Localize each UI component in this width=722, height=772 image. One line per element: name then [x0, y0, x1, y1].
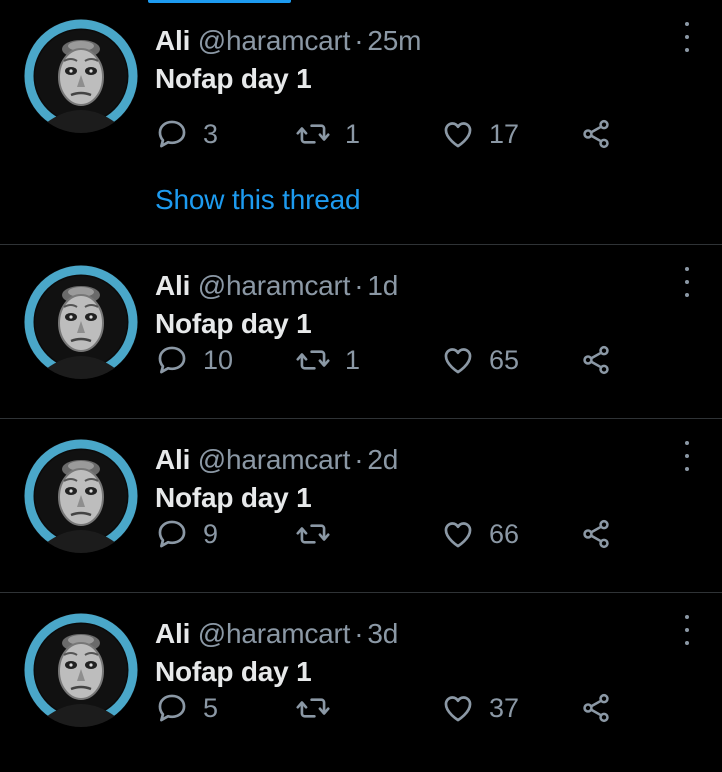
display-name[interactable]: Ali — [155, 270, 190, 301]
tweet-body: Ali @haramcart · 2d Nofap day 1 — [155, 443, 662, 515]
like-count: 37 — [489, 692, 520, 723]
share-button[interactable] — [580, 342, 612, 378]
heart-icon — [441, 117, 475, 151]
tweet[interactable]: Ali @haramcart · 1d Nofap day 1 10 1 65 — [0, 245, 722, 419]
like-button[interactable]: 17 — [441, 116, 519, 152]
reply-icon — [155, 117, 189, 151]
reply-button[interactable]: 5 — [155, 690, 218, 726]
username[interactable]: @haramcart — [198, 270, 351, 301]
tweet-body: Ali @haramcart · 25m Nofap day 1 — [155, 24, 662, 96]
retweet-button[interactable]: 1 — [295, 116, 360, 152]
avatar[interactable] — [24, 265, 138, 379]
reply-icon — [155, 517, 189, 551]
tweet-text: Nofap day 1 — [155, 482, 312, 513]
share-button[interactable] — [580, 116, 612, 152]
reply-count: 10 — [203, 344, 234, 375]
timestamp[interactable]: 25m — [367, 25, 421, 56]
reply-button[interactable]: 3 — [155, 116, 218, 152]
retweet-button[interactable]: 1 — [295, 342, 360, 378]
retweet-count: 1 — [345, 118, 361, 149]
like-count: 66 — [489, 518, 520, 549]
reply-count: 9 — [203, 518, 219, 549]
heart-icon — [441, 343, 475, 377]
like-count: 65 — [489, 344, 520, 375]
reply-button[interactable]: 9 — [155, 516, 218, 552]
retweet-icon — [295, 117, 331, 151]
tweet[interactable]: Ali @haramcart · 2d Nofap day 1 9 66 — [0, 419, 722, 593]
reply-button[interactable]: 10 — [155, 342, 233, 378]
separator-dot: · — [354, 618, 364, 649]
tweet-text: Nofap day 1 — [155, 308, 312, 339]
retweet-button[interactable] — [295, 516, 345, 552]
avatar[interactable] — [24, 613, 138, 727]
retweet-icon — [295, 343, 331, 377]
retweet-button[interactable] — [295, 690, 345, 726]
more-options-icon[interactable] — [682, 267, 692, 297]
reply-count: 3 — [203, 118, 219, 149]
display-name[interactable]: Ali — [155, 618, 190, 649]
reply-count: 5 — [203, 692, 219, 723]
timestamp[interactable]: 2d — [367, 444, 398, 475]
username[interactable]: @haramcart — [198, 618, 351, 649]
tweet-actions: 5 37 — [155, 690, 625, 726]
timestamp[interactable]: 1d — [367, 270, 398, 301]
reply-icon — [155, 343, 189, 377]
share-icon — [580, 344, 612, 376]
like-count: 17 — [489, 118, 520, 149]
tweet-text: Nofap day 1 — [155, 656, 312, 687]
more-options-icon[interactable] — [682, 615, 692, 645]
more-options-icon[interactable] — [682, 441, 692, 471]
separator-dot: · — [354, 444, 364, 475]
display-name[interactable]: Ali — [155, 25, 190, 56]
heart-icon — [441, 691, 475, 725]
heart-icon — [441, 517, 475, 551]
more-options-icon[interactable] — [682, 22, 692, 52]
share-icon — [580, 692, 612, 724]
tweet-feed: Ali @haramcart · 25m Nofap day 1 3 1 17 S — [0, 0, 722, 767]
tweet-header: Ali @haramcart · 25m — [155, 24, 662, 58]
share-button[interactable] — [580, 690, 612, 726]
retweet-icon — [295, 517, 331, 551]
like-button[interactable]: 65 — [441, 342, 519, 378]
tweet-actions: 9 66 — [155, 516, 625, 552]
like-button[interactable]: 66 — [441, 516, 519, 552]
like-button[interactable]: 37 — [441, 690, 519, 726]
separator-dot: · — [354, 270, 364, 301]
share-button[interactable] — [580, 516, 612, 552]
avatar[interactable] — [24, 19, 138, 133]
tweet-header: Ali @haramcart · 3d — [155, 617, 662, 651]
display-name[interactable]: Ali — [155, 444, 190, 475]
retweet-icon — [295, 691, 331, 725]
tweet-actions: 3 1 17 — [155, 116, 625, 152]
tweet-header: Ali @haramcart · 1d — [155, 269, 662, 303]
share-icon — [580, 518, 612, 550]
tweet-header: Ali @haramcart · 2d — [155, 443, 662, 477]
reply-icon — [155, 691, 189, 725]
retweet-count: 1 — [345, 344, 361, 375]
avatar[interactable] — [24, 439, 138, 553]
timestamp[interactable]: 3d — [367, 618, 398, 649]
tweet[interactable]: Ali @haramcart · 25m Nofap day 1 3 1 17 S — [0, 0, 722, 245]
share-icon — [580, 118, 612, 150]
tweet[interactable]: Ali @haramcart · 3d Nofap day 1 5 37 — [0, 593, 722, 767]
separator-dot: · — [354, 25, 364, 56]
tweet-text: Nofap day 1 — [155, 63, 312, 94]
tweet-actions: 10 1 65 — [155, 342, 625, 378]
tweet-body: Ali @haramcart · 1d Nofap day 1 — [155, 269, 662, 341]
username[interactable]: @haramcart — [198, 444, 351, 475]
tweet-body: Ali @haramcart · 3d Nofap day 1 — [155, 617, 662, 689]
username[interactable]: @haramcart — [198, 25, 351, 56]
show-thread-link[interactable]: Show this thread — [155, 184, 361, 216]
